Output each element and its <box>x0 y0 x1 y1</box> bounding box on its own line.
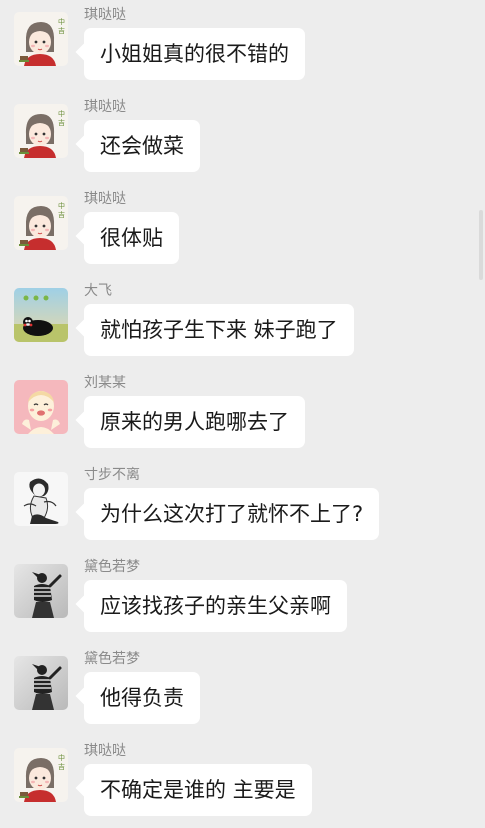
svg-text:中: 中 <box>58 17 65 26</box>
chat-message-list[interactable]: 中 吉 琪哒哒 小姐姐真的很不错的 中 吉 琪哒哒 还会做菜 中 吉 琪哒哒 很… <box>0 0 485 816</box>
kumamon-avatar-icon[interactable] <box>14 288 68 342</box>
svg-text:中: 中 <box>58 201 65 210</box>
chat-message: 大飞 就怕孩子生下来 妹子跑了 <box>0 276 485 368</box>
woman-photo-avatar-icon[interactable] <box>14 564 68 618</box>
chat-message: 刘某某 原来的男人跑哪去了 <box>0 368 485 460</box>
message-bubble[interactable]: 为什么这次打了就怀不上了? <box>84 488 380 540</box>
sender-name: 黛色若梦 <box>84 559 140 575</box>
chat-message: 黛色若梦 他得负责 <box>0 644 485 736</box>
chat-message: 中 吉 琪哒哒 小姐姐真的很不错的 <box>0 0 485 92</box>
chat-message: 中 吉 琪哒哒 很体贴 <box>0 184 485 276</box>
svg-text:中: 中 <box>58 753 65 762</box>
sender-name: 刘某某 <box>84 375 126 391</box>
sender-name: 琪哒哒 <box>84 7 126 23</box>
sender-name: 黛色若梦 <box>84 651 140 667</box>
message-bubble[interactable]: 不确定是谁的 主要是 <box>84 764 312 816</box>
message-bubble[interactable]: 他得负责 <box>84 672 200 724</box>
woman-photo-avatar-icon[interactable] <box>14 656 68 710</box>
scrollbar[interactable] <box>479 210 483 280</box>
svg-text:中: 中 <box>58 109 65 118</box>
svg-text:吉: 吉 <box>58 119 65 127</box>
chat-message: 中 吉 琪哒哒 还会做菜 <box>0 92 485 184</box>
sender-name: 琪哒哒 <box>84 743 126 759</box>
sender-name: 琪哒哒 <box>84 191 126 207</box>
chat-message: 黛色若梦 应该找孩子的亲生父亲啊 <box>0 552 485 644</box>
message-bubble[interactable]: 小姐姐真的很不错的 <box>84 28 305 80</box>
message-bubble[interactable]: 应该找孩子的亲生父亲啊 <box>84 580 347 632</box>
cartoon-face-avatar-icon[interactable] <box>14 380 68 434</box>
chat-message: 中 吉 琪哒哒 不确定是谁的 主要是 <box>0 736 485 828</box>
cartoon-girl-avatar-icon[interactable]: 中 吉 <box>14 748 68 802</box>
svg-text:吉: 吉 <box>58 27 65 35</box>
sketch-figure-avatar-icon[interactable] <box>14 472 68 526</box>
cartoon-girl-avatar-icon[interactable]: 中 吉 <box>14 196 68 250</box>
sender-name: 琪哒哒 <box>84 99 126 115</box>
message-bubble[interactable]: 很体贴 <box>84 212 179 264</box>
sender-name: 大飞 <box>84 283 112 299</box>
message-bubble[interactable]: 还会做菜 <box>84 120 200 172</box>
cartoon-girl-avatar-icon[interactable]: 中 吉 <box>14 104 68 158</box>
sender-name: 寸步不离 <box>84 467 140 483</box>
chat-message: 寸步不离 为什么这次打了就怀不上了? <box>0 460 485 552</box>
svg-text:吉: 吉 <box>58 763 65 771</box>
message-bubble[interactable]: 原来的男人跑哪去了 <box>84 396 305 448</box>
svg-text:吉: 吉 <box>58 211 65 219</box>
message-bubble[interactable]: 就怕孩子生下来 妹子跑了 <box>84 304 354 356</box>
cartoon-girl-avatar-icon[interactable]: 中 吉 <box>14 12 68 66</box>
